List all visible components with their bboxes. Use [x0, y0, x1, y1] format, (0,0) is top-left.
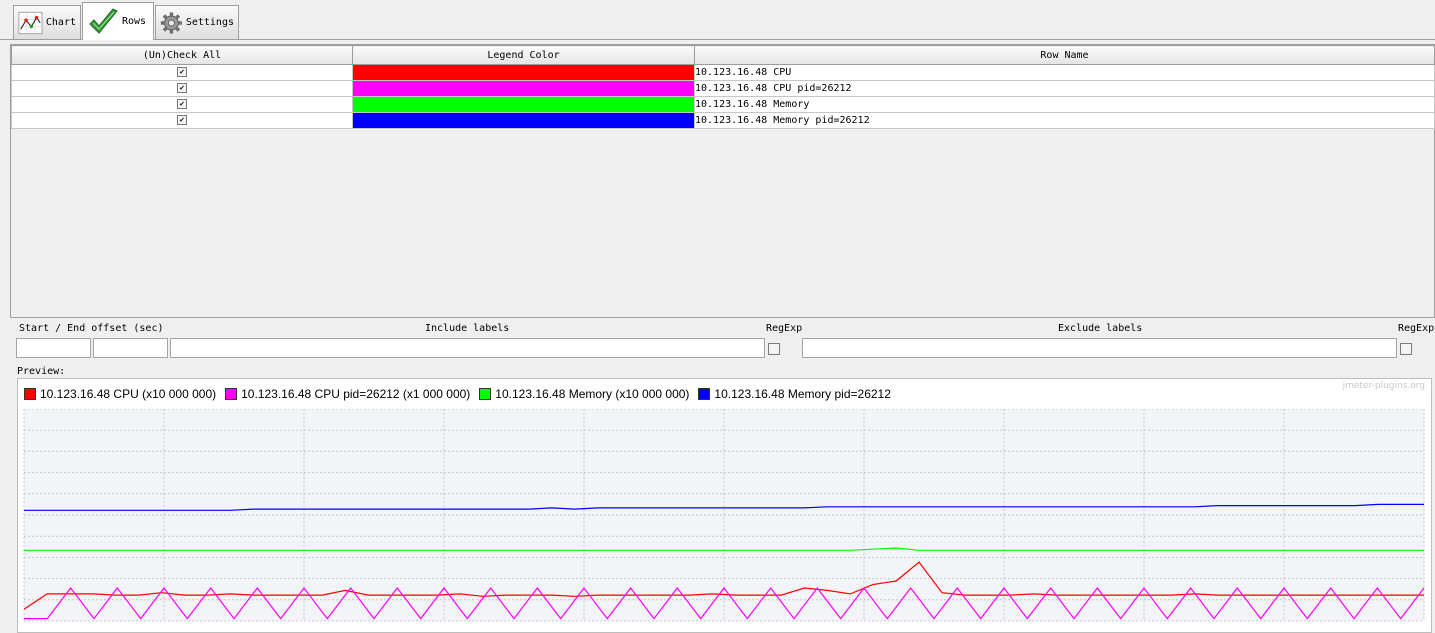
legend-swatch — [698, 388, 711, 400]
exclude-labels-label: Exclude labels — [1058, 323, 1143, 334]
legend-label: 10.123.16.48 Memory (x10 000 000) — [495, 387, 690, 401]
table-row: ✔ 10.123.16.48 Memory — [11, 96, 1435, 113]
start-offset-input[interactable] — [16, 338, 91, 358]
filter-bar: Start / End offset (sec) Include labels … — [0, 320, 1435, 362]
watermark: jmeter-plugins.org — [1342, 381, 1425, 391]
tab-chart-label: Chart — [45, 17, 76, 28]
legend-swatch — [225, 388, 238, 400]
tab-rows[interactable]: Rows — [82, 2, 154, 40]
row-checkbox[interactable]: ✔ — [177, 67, 187, 77]
legend-color-swatch[interactable] — [352, 112, 695, 129]
table-row: ✔ 10.123.16.48 CPU pid=26212 — [11, 80, 1435, 97]
tab-settings-label: Settings — [185, 17, 234, 28]
legend-color-swatch[interactable] — [352, 80, 695, 97]
legend-color-header: Legend Color — [352, 45, 695, 65]
exclude-regexp-label: RegExp — [1398, 323, 1435, 334]
row-name: 10.123.16.48 Memory pid=26212 — [694, 112, 1435, 129]
tab-bar: Chart Rows Settings — [0, 0, 1435, 40]
legend-item: 10.123.16.48 CPU pid=26212 (x1 000 000) — [225, 387, 470, 401]
legend-label: 10.123.16.48 Memory pid=26212 — [714, 387, 891, 401]
legend-swatch — [479, 388, 492, 400]
legend-swatch — [24, 388, 36, 400]
row-name: 10.123.16.48 CPU pid=26212 — [694, 80, 1435, 97]
row-checkbox[interactable]: ✔ — [177, 83, 187, 93]
offset-label: Start / End offset (sec) — [19, 323, 164, 334]
rows-table: (Un)Check All Legend Color Row Name ✔ 10.… — [11, 45, 1435, 129]
preview-chart: jmeter-plugins.org 10.123.16.48 CPU (x10… — [17, 378, 1432, 633]
exclude-labels-input[interactable] — [802, 338, 1397, 358]
line-chart-icon — [18, 11, 43, 34]
include-labels-input[interactable] — [170, 338, 765, 358]
tab-rows-label: Rows — [122, 16, 147, 27]
end-offset-input[interactable] — [93, 338, 168, 358]
include-regexp-checkbox[interactable] — [768, 343, 780, 355]
tab-settings[interactable]: Settings — [155, 5, 239, 39]
chart-plot-area — [23, 409, 1425, 622]
include-labels-label: Include labels — [425, 323, 510, 334]
row-check-cell: ✔ — [11, 64, 353, 81]
legend-color-swatch[interactable] — [352, 96, 695, 113]
include-regexp-label: RegExp — [766, 323, 803, 334]
preview-label: Preview: — [17, 366, 66, 377]
row-checkbox[interactable]: ✔ — [177, 99, 187, 109]
legend-item: 10.123.16.48 CPU (x10 000 000) — [24, 387, 216, 401]
row-name-header: Row Name — [694, 45, 1435, 65]
uncheck-all-header[interactable]: (Un)Check All — [11, 45, 353, 65]
rows-panel: (Un)Check All Legend Color Row Name ✔ 10.… — [10, 44, 1435, 318]
row-check-cell: ✔ — [11, 112, 353, 129]
checkmark-icon — [89, 7, 118, 34]
row-check-cell: ✔ — [11, 96, 353, 113]
exclude-regexp-checkbox[interactable] — [1400, 343, 1412, 355]
tab-chart[interactable]: Chart — [13, 5, 81, 39]
rows-table-body: ✔ 10.123.16.48 CPU ✔ 10.123.16.48 CPU pid=2… — [11, 64, 1435, 129]
table-row: ✔ 10.123.16.48 Memory pid=26212 — [11, 112, 1435, 129]
legend-item: 10.123.16.48 Memory (x10 000 000) — [479, 387, 689, 401]
legend-color-swatch[interactable] — [352, 64, 695, 81]
legend-label: 10.123.16.48 CPU pid=26212 (x1 000 000) — [241, 387, 471, 401]
gear-icon — [160, 11, 182, 34]
row-check-cell: ✔ — [11, 80, 353, 97]
legend-label: 10.123.16.48 CPU (x10 000 000) — [40, 387, 217, 401]
table-row: ✔ 10.123.16.48 CPU — [11, 64, 1435, 81]
chart-legend: 10.123.16.48 CPU (x10 000 000) 10.123.16.… — [24, 387, 900, 401]
row-name: 10.123.16.48 CPU — [694, 64, 1435, 81]
row-name: 10.123.16.48 Memory — [694, 96, 1435, 113]
legend-item: 10.123.16.48 Memory pid=26212 — [698, 387, 891, 401]
table-header-row: (Un)Check All Legend Color Row Name — [11, 45, 1435, 65]
row-checkbox[interactable]: ✔ — [177, 115, 187, 125]
